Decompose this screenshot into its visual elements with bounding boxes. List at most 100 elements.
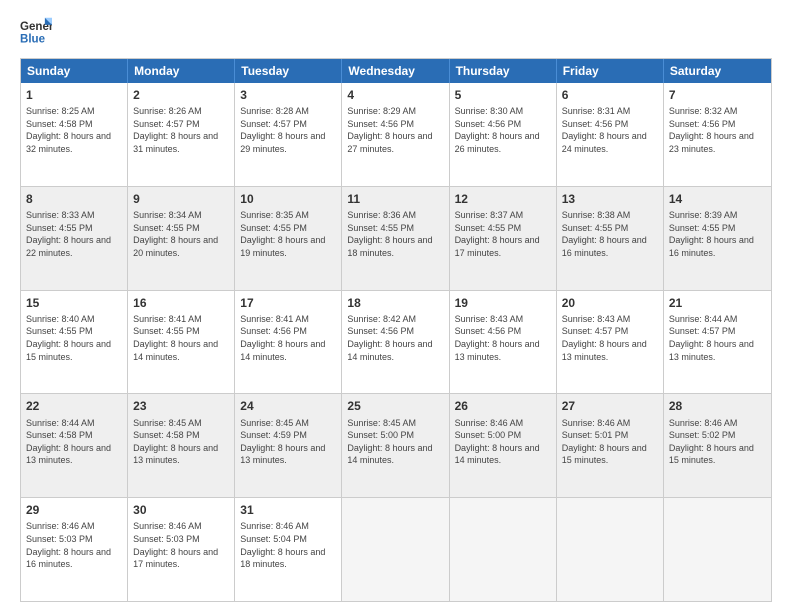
cal-cell-day-20: 20 Sunrise: 8:43 AM Sunset: 4:57 PM Dayli… xyxy=(557,291,664,394)
day-number: 22 xyxy=(26,398,122,414)
cal-cell-day-10: 10Sunrise: 8:35 AM Sunset: 4:55 PM Dayli… xyxy=(235,187,342,290)
cal-cell-empty xyxy=(557,498,664,601)
cal-cell-day-29: 29Sunrise: 8:46 AM Sunset: 5:03 PM Dayli… xyxy=(21,498,128,601)
day-number: 15 xyxy=(26,295,122,311)
day-info: Sunrise: 8:43 AM Sunset: 4:56 PM Dayligh… xyxy=(455,313,551,363)
day-info: Sunrise: 8:45 AM Sunset: 4:58 PM Dayligh… xyxy=(133,417,229,467)
calendar-row-0: 1Sunrise: 8:25 AM Sunset: 4:58 PM Daylig… xyxy=(21,83,771,186)
day-info: Sunrise: 8:35 AM Sunset: 4:55 PM Dayligh… xyxy=(240,209,336,259)
day-info: Sunrise: 8:26 AM Sunset: 4:57 PM Dayligh… xyxy=(133,105,229,155)
calendar-row-1: 8 Sunrise: 8:33 AM Sunset: 4:55 PM Daylig… xyxy=(21,186,771,290)
cal-cell-day-25: 25Sunrise: 8:45 AM Sunset: 5:00 PM Dayli… xyxy=(342,394,449,497)
svg-text:Blue: Blue xyxy=(20,34,46,46)
day-number: 14 xyxy=(669,191,766,207)
day-number: 2 xyxy=(133,87,229,103)
day-number: 27 xyxy=(562,398,658,414)
cal-cell-empty xyxy=(664,498,771,601)
day-number: 8 xyxy=(26,191,122,207)
day-number: 25 xyxy=(347,398,443,414)
day-number: 12 xyxy=(455,191,551,207)
cal-cell-day-27: 27 Sunrise: 8:46 AM Sunset: 5:01 PM Dayli… xyxy=(557,394,664,497)
day-number: 31 xyxy=(240,502,336,518)
cal-cell-day-12: 12 Sunrise: 8:37 AM Sunset: 4:55 PM Dayli… xyxy=(450,187,557,290)
day-info: Sunrise: 8:33 AM Sunset: 4:55 PM Dayligh… xyxy=(26,209,122,259)
day-number: 30 xyxy=(133,502,229,518)
cal-cell-day-11: 11 Sunrise: 8:36 AM Sunset: 4:55 PM Dayli… xyxy=(342,187,449,290)
cal-cell-day-3: 3 Sunrise: 8:28 AM Sunset: 4:57 PM Daylig… xyxy=(235,83,342,186)
day-number: 13 xyxy=(562,191,658,207)
day-info: Sunrise: 8:46 AM Sunset: 5:03 PM Dayligh… xyxy=(133,520,229,570)
day-number: 24 xyxy=(240,398,336,414)
day-info: Sunrise: 8:38 AM Sunset: 4:55 PM Dayligh… xyxy=(562,209,658,259)
day-number: 11 xyxy=(347,191,443,207)
day-info: Sunrise: 8:28 AM Sunset: 4:57 PM Dayligh… xyxy=(240,105,336,155)
day-info: Sunrise: 8:25 AM Sunset: 4:58 PM Dayligh… xyxy=(26,105,122,155)
calendar-header: SundayMondayTuesdayWednesdayThursdayFrid… xyxy=(21,59,771,83)
day-info: Sunrise: 8:36 AM Sunset: 4:55 PM Dayligh… xyxy=(347,209,443,259)
day-info: Sunrise: 8:41 AM Sunset: 4:56 PM Dayligh… xyxy=(240,313,336,363)
cal-cell-day-24: 24 Sunrise: 8:45 AM Sunset: 4:59 PM Dayli… xyxy=(235,394,342,497)
logo: General Blue xyxy=(20,16,52,48)
cal-cell-empty xyxy=(342,498,449,601)
cal-cell-day-13: 13 Sunrise: 8:38 AM Sunset: 4:55 PM Dayli… xyxy=(557,187,664,290)
day-number: 9 xyxy=(133,191,229,207)
cal-cell-day-9: 9Sunrise: 8:34 AM Sunset: 4:55 PM Daylig… xyxy=(128,187,235,290)
header-day-sunday: Sunday xyxy=(21,59,128,83)
page-header: General Blue xyxy=(20,16,772,48)
header-day-saturday: Saturday xyxy=(664,59,771,83)
day-info: Sunrise: 8:45 AM Sunset: 4:59 PM Dayligh… xyxy=(240,417,336,467)
day-info: Sunrise: 8:30 AM Sunset: 4:56 PM Dayligh… xyxy=(455,105,551,155)
cal-cell-day-15: 15Sunrise: 8:40 AM Sunset: 4:55 PM Dayli… xyxy=(21,291,128,394)
day-number: 4 xyxy=(347,87,443,103)
day-number: 28 xyxy=(669,398,766,414)
day-info: Sunrise: 8:46 AM Sunset: 5:02 PM Dayligh… xyxy=(669,417,766,467)
cal-cell-day-7: 7 Sunrise: 8:32 AM Sunset: 4:56 PM Daylig… xyxy=(664,83,771,186)
header-day-wednesday: Wednesday xyxy=(342,59,449,83)
day-info: Sunrise: 8:46 AM Sunset: 5:01 PM Dayligh… xyxy=(562,417,658,467)
cal-cell-day-21: 21Sunrise: 8:44 AM Sunset: 4:57 PM Dayli… xyxy=(664,291,771,394)
cal-cell-day-6: 6Sunrise: 8:31 AM Sunset: 4:56 PM Daylig… xyxy=(557,83,664,186)
cal-cell-day-2: 2 Sunrise: 8:26 AM Sunset: 4:57 PM Daylig… xyxy=(128,83,235,186)
cal-cell-day-4: 4 Sunrise: 8:29 AM Sunset: 4:56 PM Daylig… xyxy=(342,83,449,186)
cal-cell-day-30: 30 Sunrise: 8:46 AM Sunset: 5:03 PM Dayli… xyxy=(128,498,235,601)
day-info: Sunrise: 8:46 AM Sunset: 5:00 PM Dayligh… xyxy=(455,417,551,467)
cal-cell-day-8: 8 Sunrise: 8:33 AM Sunset: 4:55 PM Daylig… xyxy=(21,187,128,290)
cal-cell-day-26: 26 Sunrise: 8:46 AM Sunset: 5:00 PM Dayli… xyxy=(450,394,557,497)
day-info: Sunrise: 8:42 AM Sunset: 4:56 PM Dayligh… xyxy=(347,313,443,363)
calendar-body: 1Sunrise: 8:25 AM Sunset: 4:58 PM Daylig… xyxy=(21,83,771,601)
day-number: 7 xyxy=(669,87,766,103)
cal-cell-day-22: 22 Sunrise: 8:44 AM Sunset: 4:58 PM Dayli… xyxy=(21,394,128,497)
logo-icon: General Blue xyxy=(20,16,52,48)
day-number: 26 xyxy=(455,398,551,414)
calendar-row-4: 29Sunrise: 8:46 AM Sunset: 5:03 PM Dayli… xyxy=(21,497,771,601)
cal-cell-day-18: 18 Sunrise: 8:42 AM Sunset: 4:56 PM Dayli… xyxy=(342,291,449,394)
day-info: Sunrise: 8:31 AM Sunset: 4:56 PM Dayligh… xyxy=(562,105,658,155)
day-number: 20 xyxy=(562,295,658,311)
day-number: 21 xyxy=(669,295,766,311)
day-number: 5 xyxy=(455,87,551,103)
cal-cell-day-31: 31Sunrise: 8:46 AM Sunset: 5:04 PM Dayli… xyxy=(235,498,342,601)
cal-cell-day-16: 16Sunrise: 8:41 AM Sunset: 4:55 PM Dayli… xyxy=(128,291,235,394)
cal-cell-day-1: 1Sunrise: 8:25 AM Sunset: 4:58 PM Daylig… xyxy=(21,83,128,186)
cal-cell-day-14: 14 Sunrise: 8:39 AM Sunset: 4:55 PM Dayli… xyxy=(664,187,771,290)
day-number: 19 xyxy=(455,295,551,311)
calendar: SundayMondayTuesdayWednesdayThursdayFrid… xyxy=(20,58,772,602)
cal-cell-day-28: 28 Sunrise: 8:46 AM Sunset: 5:02 PM Dayli… xyxy=(664,394,771,497)
day-number: 3 xyxy=(240,87,336,103)
day-info: Sunrise: 8:37 AM Sunset: 4:55 PM Dayligh… xyxy=(455,209,551,259)
cal-cell-day-19: 19 Sunrise: 8:43 AM Sunset: 4:56 PM Dayli… xyxy=(450,291,557,394)
header-day-monday: Monday xyxy=(128,59,235,83)
day-info: Sunrise: 8:43 AM Sunset: 4:57 PM Dayligh… xyxy=(562,313,658,363)
calendar-row-3: 22 Sunrise: 8:44 AM Sunset: 4:58 PM Dayli… xyxy=(21,393,771,497)
header-day-friday: Friday xyxy=(557,59,664,83)
cal-cell-day-23: 23 Sunrise: 8:45 AM Sunset: 4:58 PM Dayli… xyxy=(128,394,235,497)
day-info: Sunrise: 8:32 AM Sunset: 4:56 PM Dayligh… xyxy=(669,105,766,155)
day-number: 18 xyxy=(347,295,443,311)
day-info: Sunrise: 8:39 AM Sunset: 4:55 PM Dayligh… xyxy=(669,209,766,259)
day-info: Sunrise: 8:44 AM Sunset: 4:58 PM Dayligh… xyxy=(26,417,122,467)
day-info: Sunrise: 8:46 AM Sunset: 5:03 PM Dayligh… xyxy=(26,520,122,570)
cal-cell-day-5: 5 Sunrise: 8:30 AM Sunset: 4:56 PM Daylig… xyxy=(450,83,557,186)
day-number: 23 xyxy=(133,398,229,414)
calendar-row-2: 15Sunrise: 8:40 AM Sunset: 4:55 PM Dayli… xyxy=(21,290,771,394)
day-info: Sunrise: 8:29 AM Sunset: 4:56 PM Dayligh… xyxy=(347,105,443,155)
